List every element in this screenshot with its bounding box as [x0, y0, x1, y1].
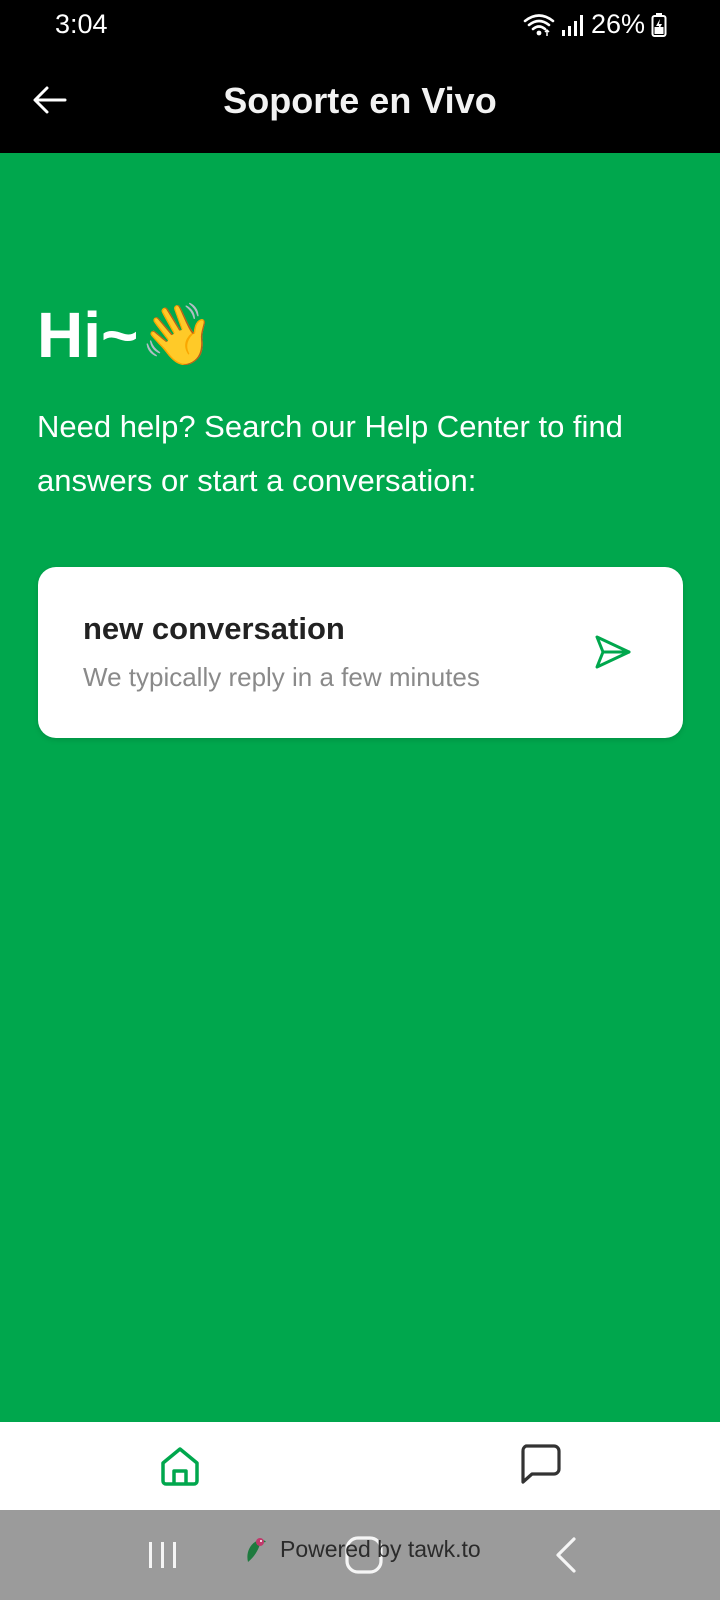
recent-apps-icon[interactable]: [146, 1540, 180, 1570]
status-bar: 3:04 26%: [0, 0, 720, 50]
send-icon[interactable]: [593, 632, 633, 672]
home-icon[interactable]: [158, 1444, 202, 1488]
tawk-logo-icon: [247, 1538, 266, 1562]
wifi-icon: [523, 13, 555, 36]
status-indicators: 26%: [523, 9, 667, 40]
waving-hand-icon: 👋: [140, 301, 216, 368]
battery-percentage: 26%: [590, 9, 645, 39]
system-back-icon[interactable]: [554, 1536, 578, 1574]
powered-by-text: Powered by tawk.to: [280, 1535, 481, 1562]
screen: 3:04 26% Soporte en Vivo Hi~ 👋 Need help…: [0, 0, 720, 1600]
signal-icon: [561, 14, 583, 36]
card-title: new conversation: [83, 611, 345, 646]
system-nav-bar: Powered by tawk.to: [0, 1510, 720, 1600]
bottom-nav: [0, 1422, 720, 1510]
intro-text: Need help? Search our Help Center to fin…: [37, 409, 623, 498]
battery-charging-icon: [651, 12, 667, 37]
powered-by-link[interactable]: Powered by tawk.to: [240, 1534, 481, 1564]
new-conversation-card[interactable]: new conversation We typically reply in a…: [38, 567, 683, 738]
card-subtitle: We typically reply in a few minutes: [83, 662, 480, 692]
page-title: Soporte en Vivo: [223, 80, 497, 121]
app-bar: Soporte en Vivo: [0, 50, 720, 153]
greeting: Hi~ 👋: [37, 298, 215, 372]
greeting-text: Hi~: [37, 299, 139, 371]
status-time: 3:04: [55, 9, 108, 39]
chat-bubble-icon[interactable]: [518, 1442, 562, 1486]
